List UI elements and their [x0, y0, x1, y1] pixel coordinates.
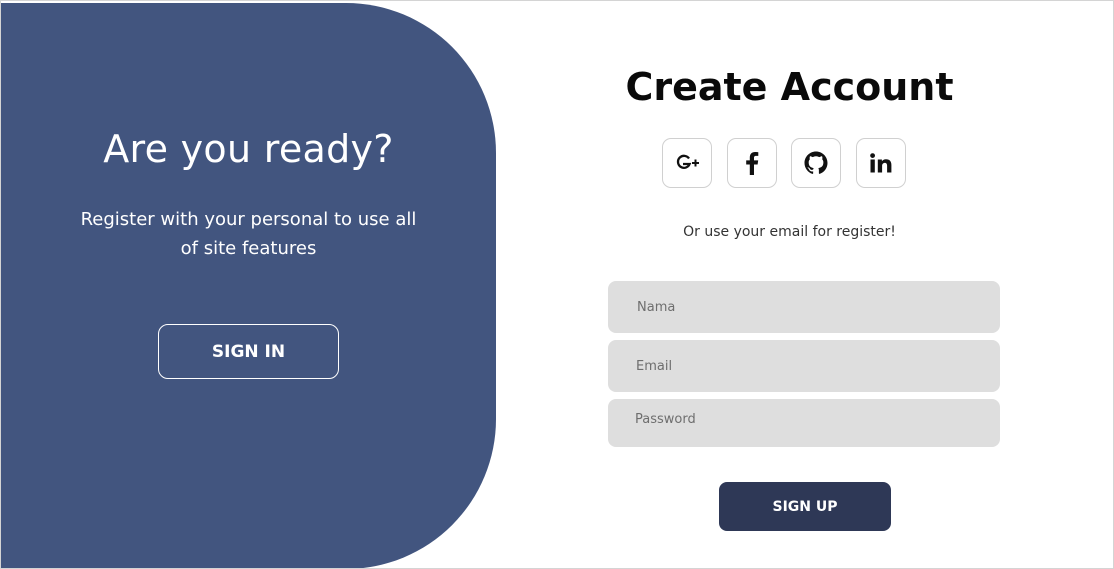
linkedin-button[interactable]: [856, 138, 906, 188]
google-plus-button[interactable]: [662, 138, 712, 188]
welcome-title: Are you ready?: [103, 127, 394, 171]
facebook-icon: [746, 152, 759, 175]
github-button[interactable]: [791, 138, 841, 188]
facebook-button[interactable]: [727, 138, 777, 188]
auth-card: Are you ready? Register with your person…: [0, 0, 1114, 569]
register-subtitle: Or use your email for register!: [683, 224, 896, 240]
welcome-text: Register with your personal to use all o…: [80, 209, 417, 259]
name-input[interactable]: [608, 281, 1000, 333]
welcome-panel: Are you ready? Register with your person…: [1, 3, 496, 568]
sign-in-button[interactable]: SIGN IN: [158, 324, 339, 379]
password-input[interactable]: [608, 399, 1000, 447]
linkedin-icon: [870, 153, 892, 173]
sign-up-button[interactable]: SIGN UP: [719, 482, 891, 531]
github-icon: [804, 151, 828, 174]
google-plus-icon: [676, 154, 699, 169]
email-input[interactable]: [608, 340, 1000, 392]
form-title: Create Account: [625, 65, 954, 109]
